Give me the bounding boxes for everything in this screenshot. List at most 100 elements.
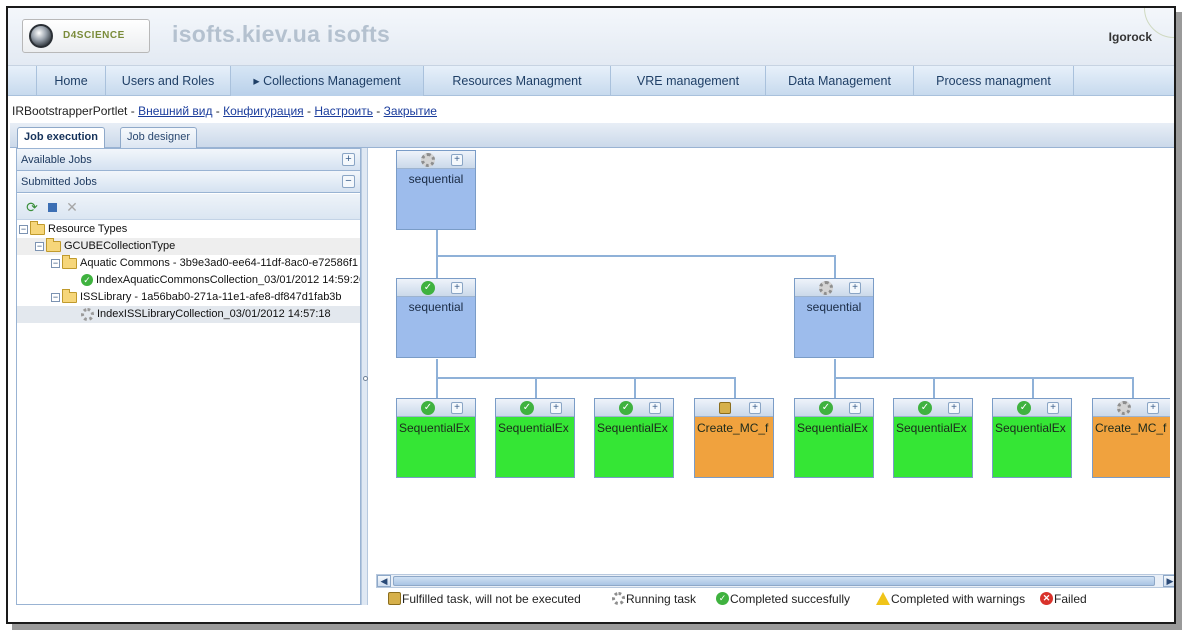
task-node-branch[interactable]: ✓ + sequential xyxy=(396,278,476,358)
link-configuration[interactable]: Конфигурация xyxy=(223,104,304,118)
nav-users-and-roles[interactable]: Users and Roles xyxy=(106,66,231,96)
completed-icon: ✓ xyxy=(421,401,435,415)
folder-icon xyxy=(46,238,61,252)
panel-splitter[interactable] xyxy=(361,148,368,605)
check-icon: ✓ xyxy=(716,592,729,606)
node-header: ✓ + xyxy=(795,399,873,417)
collapse-icon[interactable]: − xyxy=(19,224,28,234)
task-node-leaf[interactable]: ✓ + SequentialEx xyxy=(992,398,1072,478)
delete-icon[interactable]: ✕ xyxy=(63,198,81,216)
running-gear-icon xyxy=(421,153,435,167)
link-customize[interactable]: Настроить xyxy=(314,104,373,118)
expand-icon[interactable]: + xyxy=(849,402,861,414)
expand-icon[interactable]: + xyxy=(1147,402,1159,414)
expand-icon[interactable]: + xyxy=(849,282,861,294)
completed-icon: ✓ xyxy=(421,281,435,295)
connector-line xyxy=(834,359,836,379)
node-label: SequentialEx xyxy=(995,421,1066,435)
connector-line xyxy=(436,377,736,379)
expand-icon[interactable]: + xyxy=(749,402,761,414)
node-header: + xyxy=(1093,399,1170,417)
scrollbar-thumb[interactable] xyxy=(393,576,1155,586)
node-label: sequential xyxy=(806,300,862,314)
portlet-name: IRBootstrapperPortlet xyxy=(12,104,128,118)
legend-fulfilled: Fulfilled task, will not be executed xyxy=(388,588,581,610)
tree-leaf-selected[interactable]: IndexISSLibraryCollection_03/01/2012 14:… xyxy=(17,306,360,323)
completed-icon: ✓ xyxy=(918,401,932,415)
expand-icon[interactable]: + xyxy=(649,402,661,414)
tree-node[interactable]: − Aquatic Commons - 3b9e3ad0-ee64-11df-8a… xyxy=(17,255,360,272)
tab-job-designer[interactable]: Job designer xyxy=(120,127,197,148)
nav-collections-management[interactable]: ▸ Collections Management xyxy=(231,66,424,96)
site-title: isofts.kiev.ua isofts xyxy=(172,21,391,47)
node-label: Create_MC_f xyxy=(697,421,769,435)
node-label: SequentialEx xyxy=(896,421,967,435)
connector-line xyxy=(436,229,438,257)
node-header: + xyxy=(795,279,873,297)
tree-node[interactable]: − Resource Types xyxy=(17,221,360,238)
task-node-branch[interactable]: + sequential xyxy=(794,278,874,358)
available-jobs-header[interactable]: Available Jobs + xyxy=(17,149,360,171)
tree-node[interactable]: − ISSLibrary - 1a56bab0-271a-11e1-afe8-df… xyxy=(17,289,360,306)
site-header: D4SCIENCE isofts.kiev.ua isofts Igorock xyxy=(8,8,1174,66)
nav-process-managment[interactable]: Process managment xyxy=(914,66,1074,96)
stop-icon[interactable] xyxy=(43,198,61,216)
tree-node[interactable]: − GCUBECollectionType xyxy=(17,238,360,255)
task-node-leaf[interactable]: ✓ + SequentialEx xyxy=(893,398,973,478)
expand-icon[interactable]: + xyxy=(342,153,355,166)
link-appearance[interactable]: Внешний вид xyxy=(138,104,212,118)
task-node-leaf[interactable]: ✓ + SequentialEx xyxy=(594,398,674,478)
node-header: ✓ + xyxy=(496,399,574,417)
expand-icon[interactable]: + xyxy=(550,402,562,414)
scroll-right-icon[interactable]: ▶ xyxy=(1163,575,1174,587)
task-node-leaf[interactable]: ✓ + SequentialEx xyxy=(396,398,476,478)
connector-line xyxy=(834,255,836,279)
nav-resources-managment[interactable]: Resources Managment xyxy=(424,66,611,96)
tree-leaf[interactable]: ✓ IndexAquaticCommonsCollection_03/01/201… xyxy=(17,272,360,289)
refresh-icon[interactable]: ⟳ xyxy=(23,198,41,216)
task-node-leaf[interactable]: ✓ + SequentialEx xyxy=(495,398,575,478)
collapse-icon[interactable]: − xyxy=(51,292,60,302)
expand-icon[interactable]: + xyxy=(451,154,463,166)
jobs-panel: Available Jobs + Submitted Jobs − ⟳ ✕ − R… xyxy=(16,148,361,605)
legend-failed: ✕ Failed xyxy=(1040,588,1087,610)
nav-vre-management[interactable]: VRE management xyxy=(611,66,766,96)
tab-job-execution[interactable]: Job execution xyxy=(17,127,105,149)
expand-icon[interactable]: + xyxy=(451,402,463,414)
task-node-leaf[interactable]: + Create_MC_f xyxy=(1092,398,1170,478)
warning-icon xyxy=(876,592,890,606)
node-label: SequentialEx xyxy=(399,421,470,435)
folder-icon xyxy=(30,221,45,235)
task-node-root[interactable]: + sequential xyxy=(396,150,476,230)
submitted-jobs-header[interactable]: Submitted Jobs − xyxy=(17,171,360,193)
jobs-toolbar: ⟳ ✕ xyxy=(17,194,360,220)
connector-line xyxy=(436,255,836,257)
collapse-icon[interactable]: − xyxy=(51,258,60,268)
graph-scrollbar[interactable]: ◀ ▶ xyxy=(376,574,1174,588)
scroll-left-icon[interactable]: ◀ xyxy=(377,575,391,587)
d4science-logo[interactable]: D4SCIENCE xyxy=(22,19,150,53)
portlet-title-bar: IRBootstrapperPortlet - Внешний вид - Ко… xyxy=(12,104,437,118)
node-header: ✓ + xyxy=(595,399,673,417)
connector-line xyxy=(1032,377,1034,399)
collapse-icon[interactable]: − xyxy=(35,241,44,251)
splitter-handle[interactable] xyxy=(363,376,368,381)
expand-icon[interactable]: + xyxy=(451,282,463,294)
legend-warnings: Completed with warnings xyxy=(876,588,1025,610)
task-node-leaf[interactable]: + Create_MC_f xyxy=(694,398,774,478)
connector-line xyxy=(734,377,736,399)
node-label: sequential xyxy=(408,300,464,314)
collapse-icon[interactable]: − xyxy=(342,175,355,188)
main-nav: Home Users and Roles ▸ Collections Manag… xyxy=(8,66,1174,96)
connector-line xyxy=(933,377,935,399)
tabs-bar: Job execution Job designer xyxy=(10,123,1174,149)
expand-icon[interactable]: + xyxy=(948,402,960,414)
user-name[interactable]: Igorock xyxy=(1109,30,1152,44)
node-header: + xyxy=(397,151,475,169)
link-close[interactable]: Закрытие xyxy=(384,104,437,118)
running-gear-icon xyxy=(81,307,94,321)
nav-data-management[interactable]: Data Management xyxy=(766,66,914,96)
expand-icon[interactable]: + xyxy=(1047,402,1059,414)
task-node-leaf[interactable]: ✓ + SequentialEx xyxy=(794,398,874,478)
nav-home[interactable]: Home xyxy=(36,66,106,96)
